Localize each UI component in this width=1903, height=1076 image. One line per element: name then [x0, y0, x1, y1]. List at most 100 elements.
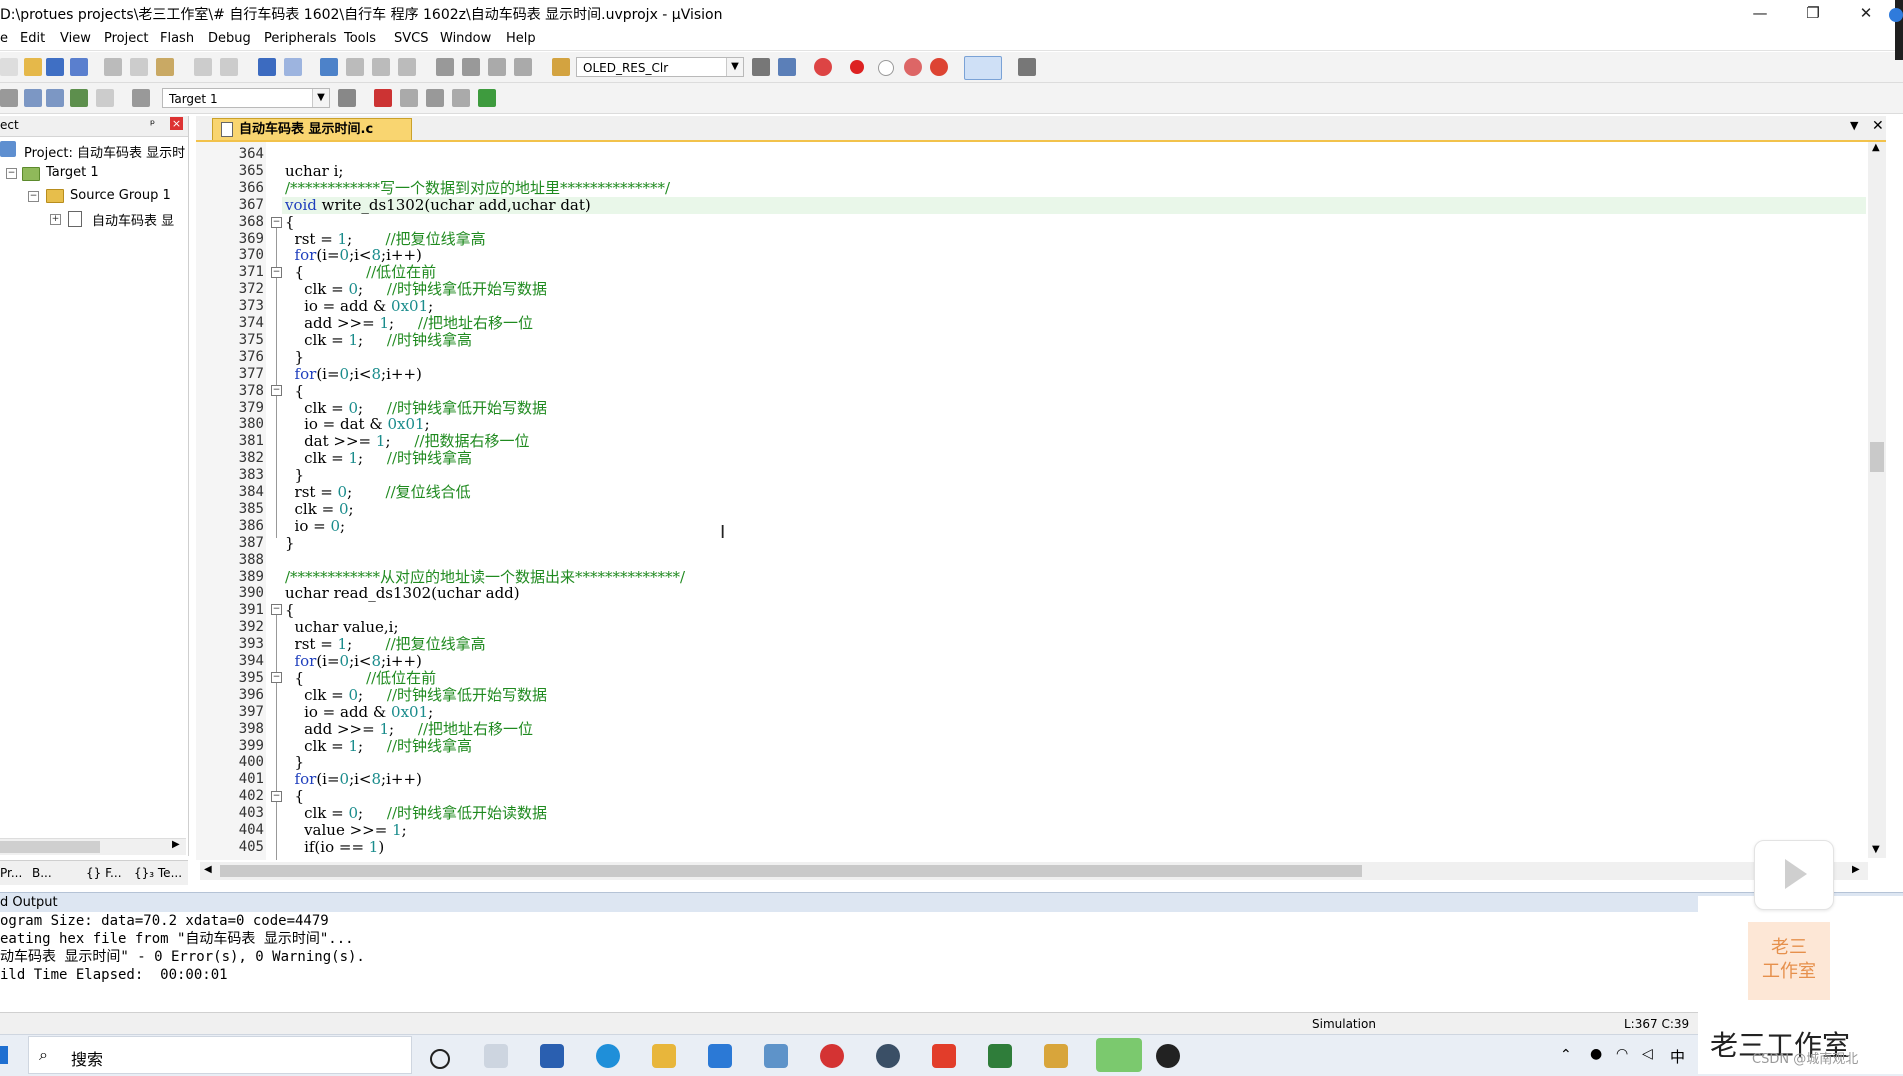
fold-toggle-icon[interactable]: −	[271, 791, 282, 802]
wps-icon[interactable]	[932, 1044, 956, 1068]
fold-toggle-icon[interactable]: −	[271, 267, 282, 278]
fold-toggle-icon[interactable]: −	[271, 217, 282, 228]
select-packs-icon[interactable]	[400, 89, 418, 107]
disable-breakpoint-icon[interactable]	[878, 60, 894, 76]
code-line[interactable]: {	[285, 788, 305, 805]
explorer-icon[interactable]	[652, 1044, 676, 1068]
code-line[interactable]: void write_ds1302(uchar add,uchar dat)	[285, 197, 591, 214]
menu-edit[interactable]: Edit	[20, 31, 45, 46]
code-line[interactable]: io = 0;	[285, 518, 346, 535]
app-icon[interactable]	[764, 1044, 788, 1068]
chevron-down-icon[interactable]: ▼	[312, 89, 329, 107]
code-line[interactable]: io = add & 0x01;	[285, 298, 433, 315]
code-line[interactable]: clk = 1; //时钟线拿高	[285, 332, 472, 349]
build-output-pane[interactable]: ogram Size: data=70.2 xdata=0 code=4479 …	[0, 912, 1700, 1010]
code-line[interactable]: /************写一个数据到对应的地址里**************/	[285, 180, 670, 197]
scroll-right-icon[interactable]: ▶	[1852, 864, 1860, 875]
code-line[interactable]: }	[285, 349, 305, 366]
scroll-up-icon[interactable]: ▲	[1872, 142, 1880, 153]
manage-runtime-icon[interactable]	[426, 89, 444, 107]
menu-tools[interactable]: Tools	[344, 31, 376, 46]
code-line[interactable]: {	[285, 602, 295, 619]
new-file-icon[interactable]	[0, 58, 18, 76]
task-view-icon[interactable]	[430, 1049, 450, 1069]
debug-session-icon[interactable]	[814, 58, 832, 76]
code-line[interactable]: rst = 1; //把复位线拿高	[285, 636, 486, 653]
manage-project-items-icon[interactable]	[374, 89, 392, 107]
scroll-right-icon[interactable]: ▶	[172, 839, 180, 850]
pin-icon[interactable]: ᵖ	[150, 117, 155, 131]
tree-source-file[interactable]: 自动车码表 显	[92, 210, 174, 229]
menu-project[interactable]: Project	[104, 31, 148, 46]
code-line[interactable]: clk = 1; //时钟线拿高	[285, 450, 472, 467]
code-line[interactable]: { //低位在前	[285, 264, 437, 281]
menu-file[interactable]: e	[0, 31, 8, 46]
menu-window[interactable]: Window	[440, 31, 491, 46]
keil-icon[interactable]	[988, 1044, 1012, 1068]
project-root[interactable]: Project: 自动车码表 显示时	[24, 142, 185, 161]
window-layout-icon[interactable]	[964, 56, 1002, 80]
stop-build-icon[interactable]	[96, 89, 114, 107]
download-icon[interactable]	[132, 89, 150, 107]
editor-vscroll[interactable]: ▲ ▼	[1868, 142, 1886, 858]
navigate-back-icon[interactable]	[258, 58, 276, 76]
wifi-icon[interactable]: ◠	[1616, 1046, 1628, 1062]
code-line[interactable]: uchar value,i;	[285, 619, 399, 636]
scroll-thumb[interactable]	[0, 841, 100, 853]
microphone-icon[interactable]: ●	[1590, 1046, 1602, 1062]
rebuild-icon[interactable]	[46, 89, 64, 107]
close-tab-icon[interactable]: ✕	[1872, 118, 1884, 134]
menu-flash[interactable]: Flash	[160, 31, 194, 46]
batch-build-icon[interactable]	[70, 89, 88, 107]
wechat-icon[interactable]	[1096, 1038, 1142, 1072]
tab-list-icon[interactable]: ▼	[1850, 119, 1858, 132]
tab-project[interactable]: Pr...	[0, 866, 22, 880]
code-line[interactable]: }	[285, 754, 305, 771]
cut-icon[interactable]	[104, 58, 122, 76]
breakpoint-icon[interactable]	[850, 60, 864, 74]
configure-icon[interactable]	[1018, 58, 1036, 76]
scroll-left-icon[interactable]: ◀	[204, 864, 212, 875]
start-icon[interactable]	[0, 1046, 8, 1064]
tab-books[interactable]: B...	[32, 866, 52, 880]
code-line[interactable]: clk = 0; //时钟线拿低开始读数据	[285, 805, 547, 822]
incremental-find-icon[interactable]	[778, 58, 796, 76]
menu-svcs[interactable]: SVCS	[394, 31, 428, 46]
minimize-button[interactable]: —	[1737, 0, 1783, 26]
edge-icon[interactable]	[596, 1044, 620, 1068]
play-overlay-button[interactable]	[1754, 840, 1834, 910]
code-line[interactable]: for(i=0;i<8;i++)	[285, 366, 422, 383]
store-icon[interactable]	[540, 1044, 564, 1068]
close-pane-icon[interactable]: ×	[170, 117, 183, 130]
volume-icon[interactable]: ◁	[1642, 1046, 1653, 1062]
expand-icon[interactable]: +	[50, 214, 61, 225]
code-line[interactable]: uchar i;	[285, 163, 343, 180]
recorder-icon[interactable]	[1156, 1044, 1180, 1068]
code-line[interactable]: add >>= 1; //把地址右移一位	[285, 721, 533, 738]
code-line[interactable]: io = add & 0x01;	[285, 704, 433, 721]
find-icon[interactable]	[752, 58, 770, 76]
save-all-icon[interactable]	[70, 58, 88, 76]
find-combo[interactable]: OLED_RES_Clr ▼	[576, 57, 744, 77]
undo-icon[interactable]	[194, 58, 212, 76]
tree-source-group[interactable]: Source Group 1	[70, 188, 171, 203]
open-file-icon[interactable]	[24, 58, 42, 76]
code-line[interactable]: value >>= 1;	[285, 822, 407, 839]
code-line[interactable]: for(i=0;i<8;i++)	[285, 653, 422, 670]
code-line[interactable]: { //低位在前	[285, 670, 437, 687]
tab-active-file[interactable]: 自动车码表 显示时间.c	[212, 118, 412, 140]
media-icon[interactable]	[876, 1044, 900, 1068]
code-line[interactable]: }	[285, 467, 305, 484]
code-line[interactable]: if(io == 1)	[285, 839, 384, 856]
restore-button[interactable]: ❐	[1790, 0, 1836, 26]
target-select[interactable]: Target 1 ▼	[162, 88, 330, 108]
proteus-icon[interactable]	[1044, 1044, 1068, 1068]
build-icon[interactable]	[24, 89, 42, 107]
translate-icon[interactable]	[0, 89, 18, 107]
netease-icon[interactable]	[820, 1044, 844, 1068]
scroll-down-icon[interactable]: ▼	[1872, 844, 1880, 855]
code-line[interactable]: add >>= 1; //把地址右移一位	[285, 315, 533, 332]
redo-icon[interactable]	[220, 58, 238, 76]
menu-view[interactable]: View	[60, 31, 91, 46]
code-line[interactable]: io = dat & 0x01;	[285, 416, 430, 433]
